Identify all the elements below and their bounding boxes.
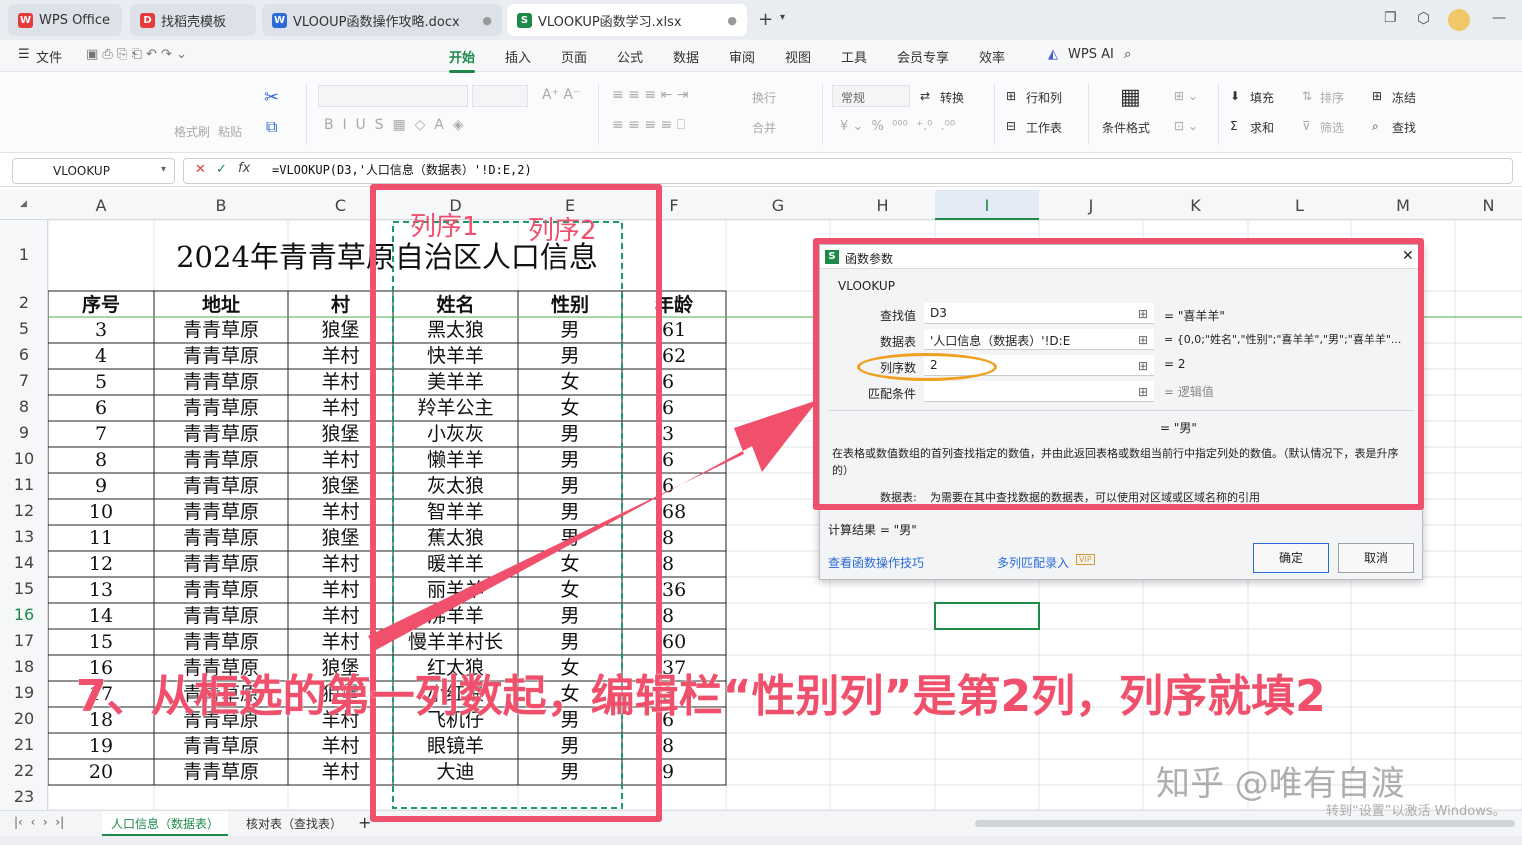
caption-annotation: 7、从框选的第一列数起，编辑栏“性别列”是第2列，列序就填2: [76, 671, 1326, 722]
watermark: 知乎 @唯有自渡: [1156, 764, 1405, 804]
col1-annotation: 列序1: [410, 212, 479, 242]
col2-annotation: 列序2: [528, 216, 597, 246]
windows-activation-notice: 转到“设置”以激活 Windows。: [1326, 804, 1506, 819]
